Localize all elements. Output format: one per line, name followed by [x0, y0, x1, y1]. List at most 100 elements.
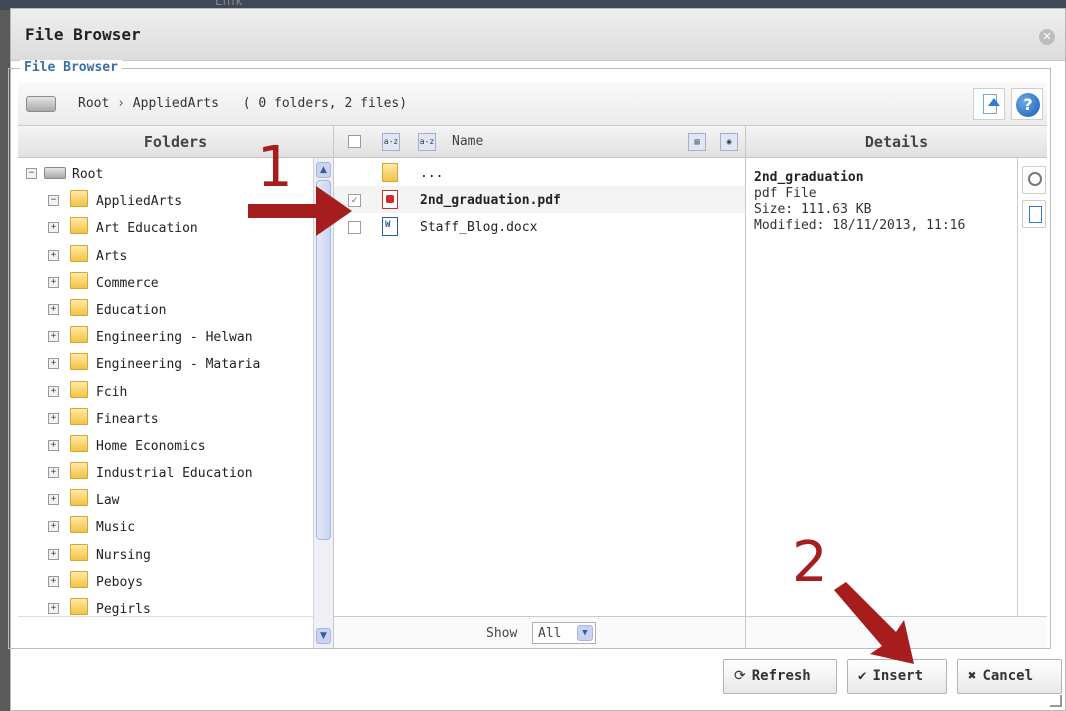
path-bar: Root › AppliedArts ( 0 folders, 2 files)… [18, 82, 1047, 126]
folder-icon [70, 570, 88, 588]
tree-folder-item[interactable]: + Fcih [18, 376, 314, 403]
tree-root-label: Root [72, 167, 104, 182]
binoculars-icon[interactable]: ◉ [720, 133, 738, 151]
tree-folder-item[interactable]: + Commerce [18, 267, 314, 294]
folder-icon [70, 462, 88, 480]
details-modified: Modified: 18/11/2013, 11:16 [754, 218, 966, 233]
folder-label: Music [96, 520, 136, 536]
file-name: Staff_Blog.docx [420, 220, 538, 235]
scroll-down-icon[interactable]: ▼ [316, 628, 331, 644]
dialog-title: File Browser [25, 25, 141, 44]
expand-icon[interactable]: + [48, 603, 59, 614]
tree-folder-item[interactable]: + Finearts [18, 403, 314, 430]
folder-icon [70, 407, 88, 425]
tree-folder-item[interactable]: + Nursing [18, 539, 314, 566]
select-all-checkbox[interactable] [348, 135, 361, 148]
breadcrumb-separator: › [117, 96, 125, 111]
folder-icon [70, 298, 88, 316]
details-file-type: pdf File [754, 186, 817, 201]
expand-icon[interactable]: + [48, 439, 59, 451]
folder-label: Home Economics [96, 438, 206, 454]
help-button[interactable]: ? [1011, 88, 1043, 120]
folder-label: Industrial Education [96, 466, 253, 482]
tree-folder-item[interactable]: + Music [18, 511, 314, 538]
expand-icon[interactable]: + [48, 331, 59, 343]
refresh-button[interactable]: ⟳ Refresh [723, 659, 837, 694]
expand-icon[interactable]: + [48, 494, 59, 506]
resize-handle-icon[interactable] [1050, 695, 1062, 707]
upload-button[interactable] [973, 88, 1005, 120]
download-icon[interactable] [1022, 200, 1046, 228]
tree-folder-item[interactable]: + Education [18, 294, 314, 321]
folder-icon [70, 244, 88, 262]
expand-icon[interactable]: + [48, 467, 59, 479]
folder-label: Art Education [96, 221, 198, 237]
folder-label: Nursing [96, 547, 151, 563]
refresh-icon: ⟳ [734, 668, 746, 684]
folder-label: Commerce [96, 275, 159, 291]
expand-icon[interactable]: + [48, 575, 59, 587]
tree-folder-item[interactable]: + Home Economics [18, 430, 314, 457]
details-file-size: Size: 111.63 KB [754, 202, 872, 217]
background-link-text: Link [215, 0, 244, 8]
folder-label: Peboys [96, 574, 143, 590]
az-sort-desc-icon[interactable]: a-z [418, 133, 436, 151]
tree-folder-item[interactable]: + Pegirls [18, 593, 314, 616]
cancel-button[interactable]: ✖ Cancel [957, 659, 1062, 694]
file-row[interactable]: Staff_Blog.docx [334, 213, 745, 240]
help-icon: ? [1016, 93, 1040, 117]
expand-icon[interactable]: + [48, 249, 59, 261]
close-icon[interactable]: ✕ [1039, 29, 1055, 45]
folder-label: Fcih [96, 384, 128, 400]
name-column-header[interactable]: Name [452, 126, 483, 158]
details-header: Details [746, 126, 1047, 158]
az-sort-icon[interactable]: a-z [382, 133, 400, 151]
expand-icon[interactable]: + [48, 412, 59, 424]
tree-folder-item[interactable]: + Engineering - Mataria [18, 348, 314, 375]
scroll-up-icon[interactable]: ▲ [316, 162, 331, 178]
tree-folder-item[interactable]: + Industrial Education [18, 457, 314, 484]
files-header: a-z a-z Name ▤ ◉ [334, 126, 745, 158]
chevron-down-icon[interactable]: ▼ [577, 625, 593, 641]
drive-icon [44, 167, 66, 179]
folder-icon [70, 326, 88, 344]
expand-icon[interactable]: + [48, 548, 59, 560]
view-list-icon[interactable]: ▤ [688, 133, 706, 151]
cancel-label: Cancel [982, 668, 1034, 684]
expand-icon[interactable]: + [48, 276, 59, 288]
collapse-icon[interactable]: − [26, 168, 37, 179]
folder-icon [70, 380, 88, 398]
expand-icon[interactable]: + [48, 222, 59, 234]
expand-icon[interactable]: + [48, 303, 59, 315]
collapse-icon[interactable]: − [48, 195, 59, 207]
tree-folder-item[interactable]: + Arts [18, 240, 314, 267]
breadcrumb: Root › AppliedArts ( 0 folders, 2 files) [78, 96, 407, 111]
cross-icon: ✖ [968, 668, 977, 684]
refresh-label: Refresh [751, 668, 811, 684]
expand-icon[interactable]: + [48, 521, 59, 533]
breadcrumb-current: AppliedArts [132, 96, 219, 111]
folder-icon [70, 489, 88, 507]
folder-label: Finearts [96, 411, 159, 427]
show-filter-select[interactable]: All ▼ [532, 622, 596, 644]
tree-folder-item[interactable]: + Peboys [18, 566, 314, 593]
file-list: ... ✓2nd_graduation.pdf Staff_Blog.docx [334, 159, 745, 240]
expand-icon[interactable]: + [48, 358, 59, 370]
files-footer: Show All ▼ [334, 616, 745, 648]
tree-folder-item[interactable]: + Engineering - Helwan [18, 321, 314, 348]
folder-label: Law [96, 493, 120, 509]
details-body: 2nd_graduation pdf File Size: 111.63 KB … [754, 170, 1014, 234]
tree-folder-item[interactable]: + Law [18, 484, 314, 511]
folder-icon [70, 217, 88, 235]
expand-icon[interactable]: + [48, 385, 59, 397]
folder-label: AppliedArts [96, 194, 183, 210]
file-row[interactable]: ✓ 2nd_graduation.pdf [334, 186, 745, 213]
upload-arrow-icon [988, 98, 1000, 106]
file-row[interactable]: ... [334, 159, 745, 186]
pdf-file-icon [382, 190, 398, 209]
files-pane: a-z a-z Name ▤ ◉ ... ✓2nd_graduation.pdf S… [334, 126, 746, 648]
folder-label: Engineering - Helwan [96, 330, 253, 346]
breadcrumb-root[interactable]: Root [78, 96, 109, 111]
folder-icon [70, 543, 88, 561]
zoom-icon[interactable] [1022, 166, 1046, 194]
